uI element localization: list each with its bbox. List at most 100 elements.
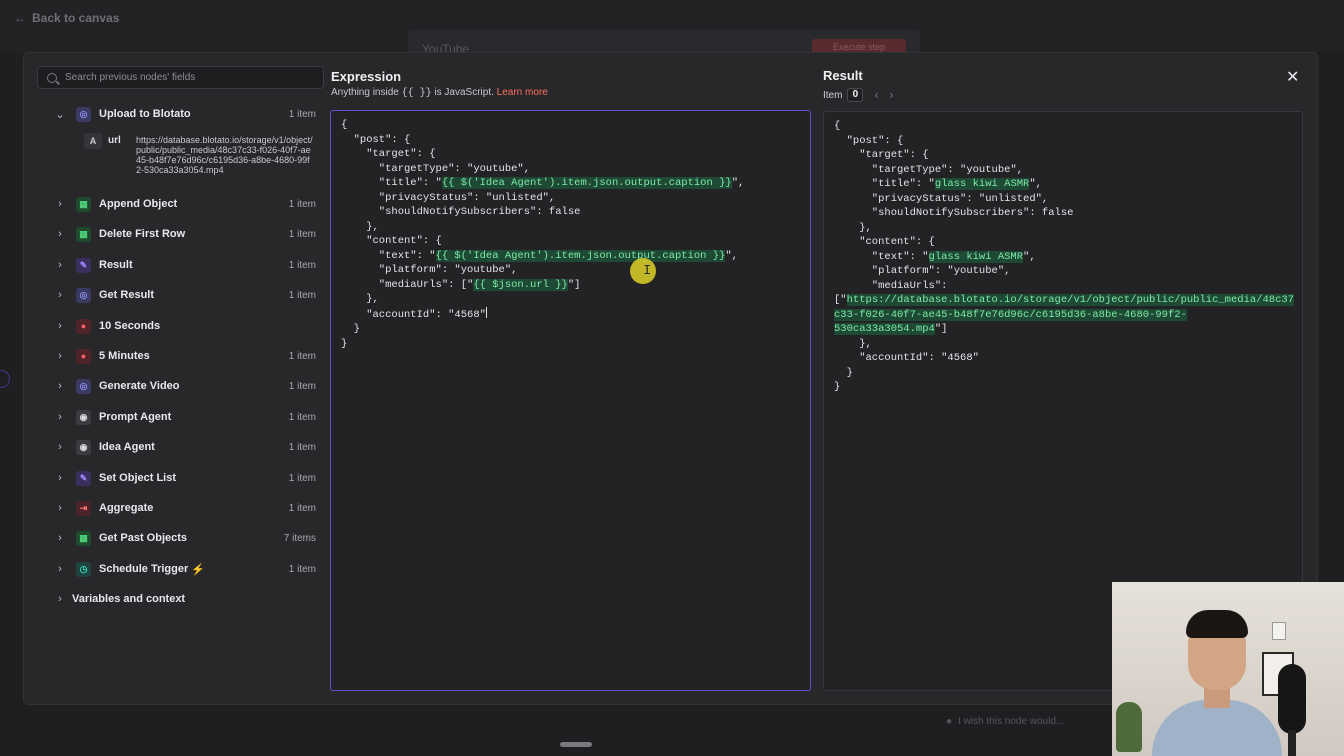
code-line: { (341, 119, 348, 131)
chevron-right-icon[interactable]: › (889, 88, 893, 102)
chevron-down-icon[interactable]: ⌄ (50, 108, 70, 121)
subtitle-suffix: is JavaScript. (434, 87, 494, 98)
node-label: Prompt Agent (99, 411, 172, 423)
chevron-right-icon[interactable]: › (50, 532, 70, 544)
resolved-value: glass kiwi ASMR (934, 178, 1030, 190)
node-set-object-list[interactable]: › ✎ Set Object List 1 item (50, 467, 316, 489)
code-line: "platform": "youtube", (341, 264, 518, 276)
code-line: "targetType": "youtube", (834, 163, 1024, 176)
chevron-right-icon[interactable]: › (50, 380, 70, 392)
globe-icon: ◎ (76, 106, 91, 122)
code-line: }, (341, 220, 379, 233)
node-get-past-objects[interactable]: › ▦ Get Past Objects 7 items (50, 527, 316, 549)
chevron-right-icon[interactable]: › (50, 441, 70, 453)
node-count: 1 item (288, 259, 316, 271)
node-idea-agent[interactable]: › ◉ Idea Agent 1 item (50, 436, 316, 458)
expression-code[interactable]: { "post": { "target": { "targetType": "y… (341, 118, 744, 351)
code-line: "content": { (341, 235, 442, 247)
expression-token: {{ $json.url }} (473, 278, 568, 291)
webcam-overlay (1112, 582, 1344, 756)
node-append-object[interactable]: › ▦ Append Object 1 item (50, 193, 316, 215)
code-line: "target": { (834, 149, 929, 161)
pause-icon: ● (76, 348, 91, 364)
chevron-right-icon[interactable]: › (50, 228, 70, 240)
back-to-canvas-link[interactable]: ← Back to canvas (14, 11, 119, 25)
code-line: ", (731, 177, 745, 189)
node-get-result[interactable]: › ◎ Get Result 1 item (50, 284, 316, 306)
node-delete-first-row[interactable]: › ▦ Delete First Row 1 item (50, 223, 316, 245)
node-upload-to-blotato[interactable]: ⌄ ◎ Upload to Blotato 1 item (50, 103, 316, 125)
node-count: 1 item (288, 472, 316, 484)
chevron-right-icon[interactable]: › (50, 320, 70, 332)
node-label: Set Object List (99, 472, 177, 484)
close-icon[interactable]: ✕ (1286, 67, 1299, 87)
chevron-right-icon[interactable]: › (50, 472, 70, 484)
chevron-left-icon[interactable]: ‹ (874, 88, 878, 102)
node-aggregate[interactable]: › ⇥ Aggregate 1 item (50, 497, 316, 519)
aggregate-icon: ⇥ (76, 500, 91, 516)
lightning-icon: ⚡ (191, 563, 205, 576)
subtitle-prefix: Anything inside (331, 87, 399, 98)
code-line: { (834, 120, 841, 132)
node-10-seconds[interactable]: › ● 10 Seconds (50, 315, 316, 337)
chevron-right-icon[interactable]: › (50, 593, 70, 605)
clock-icon: ◷ (76, 561, 91, 577)
code-line: "platform": "youtube", (834, 265, 1011, 277)
robot-icon: ◉ (76, 409, 91, 425)
node-label: Idea Agent (99, 441, 155, 453)
node-count: 1 item (288, 502, 316, 514)
chevron-right-icon[interactable]: › (50, 350, 70, 362)
node-label: Variables and context (72, 593, 186, 605)
item-index-input[interactable]: 0 (847, 88, 864, 102)
node-label: Aggregate (99, 502, 154, 514)
code-line: "shouldNotifySubscribers": false (834, 207, 1074, 219)
node-schedule-trigger[interactable]: › ◷ Schedule Trigger ⚡ 1 item (50, 558, 316, 580)
code-line: }, (834, 337, 872, 350)
item-selector: Item 0 ‹ › (823, 88, 893, 102)
code-line: [" (834, 294, 847, 306)
code-line: "] (934, 323, 948, 335)
code-line: "post": { (834, 134, 904, 147)
node-label: Append Object (99, 198, 178, 210)
code-line: "text": " (834, 250, 929, 263)
node-label: Generate Video (99, 380, 180, 392)
microphone-stand (1288, 730, 1296, 756)
person-hair (1186, 610, 1248, 638)
chevron-right-icon[interactable]: › (50, 198, 70, 210)
chevron-right-icon[interactable]: › (50, 563, 70, 575)
expression-editor[interactable]: { "post": { "target": { "targetType": "y… (330, 110, 811, 691)
chevron-right-icon[interactable]: › (50, 289, 70, 301)
feedback-note: ● I wish this node would... (946, 716, 1064, 727)
node-count: 1 item (288, 350, 316, 362)
node-count: 1 item (288, 441, 316, 453)
code-line: "privacyStatus": "unlisted", (341, 191, 556, 204)
node-count: 1 item (288, 289, 316, 301)
learn-more-link[interactable]: Learn more (497, 87, 548, 98)
search-input[interactable] (65, 72, 305, 83)
node-result[interactable]: › ✎ Result 1 item (50, 254, 316, 276)
resolved-value: c33-f026-40f7-ae45-b48f7e76d96c/c6195d36… (834, 308, 1187, 321)
code-line: "text": " (341, 249, 436, 262)
node-generate-video[interactable]: › ◎ Generate Video 1 item (50, 375, 316, 397)
variables-and-context[interactable]: › Variables and context (50, 588, 316, 610)
subtitle-braces: {{ }} (401, 88, 432, 99)
plant (1116, 702, 1142, 752)
expression-title: Expression (331, 69, 402, 84)
search-bar[interactable] (37, 66, 324, 89)
chevron-right-icon[interactable]: › (50, 411, 70, 423)
code-line: "post": { (341, 133, 411, 146)
url-field[interactable]: A url https://database.blotato.io/storag… (84, 133, 324, 175)
node-5-minutes[interactable]: › ● 5 Minutes 1 item (50, 345, 316, 367)
result-title: Result (823, 68, 863, 83)
resolved-value: https://database.blotato.io/storage/v1/o… (846, 294, 1294, 306)
resolved-value: 530ca33a3054.mp4 (834, 323, 935, 335)
node-count: 1 item (288, 563, 316, 575)
bottom-scroll-handle (560, 742, 592, 747)
chevron-right-icon[interactable]: › (50, 259, 70, 271)
back-link-label: Back to canvas (32, 11, 120, 25)
node-prompt-agent[interactable]: › ◉ Prompt Agent 1 item (50, 406, 316, 428)
chevron-right-icon[interactable]: › (50, 502, 70, 514)
code-line: "accountId": "4568" (341, 308, 486, 321)
feedback-note-label: I wish this node would... (958, 716, 1065, 727)
node-label: Schedule Trigger (99, 563, 189, 575)
